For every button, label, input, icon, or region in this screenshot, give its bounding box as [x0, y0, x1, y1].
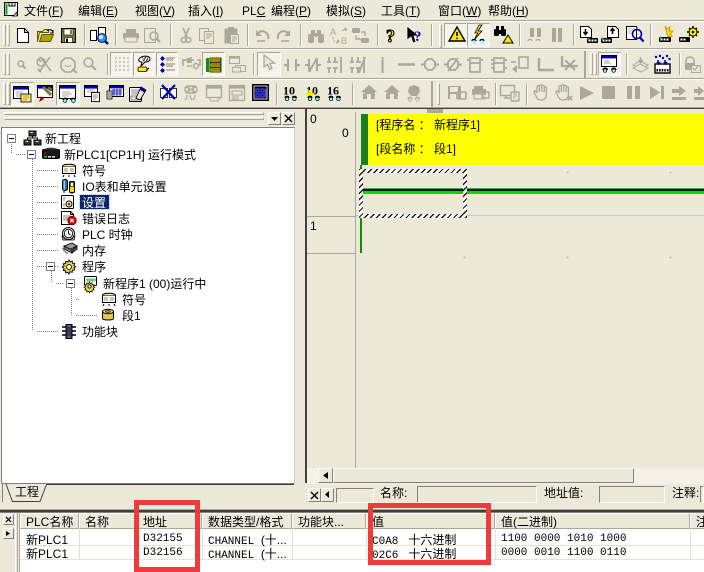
svg-text:B: B [341, 36, 347, 46]
svg-text:10: 10 [283, 84, 295, 98]
svg-text:?: ? [414, 29, 422, 45]
svg-text:10: 10 [306, 84, 318, 98]
svg-text:W: W [142, 57, 149, 64]
svg-text:16: 16 [327, 84, 339, 98]
svg-text:A: A [330, 27, 336, 37]
svg-text:?: ? [386, 26, 395, 46]
